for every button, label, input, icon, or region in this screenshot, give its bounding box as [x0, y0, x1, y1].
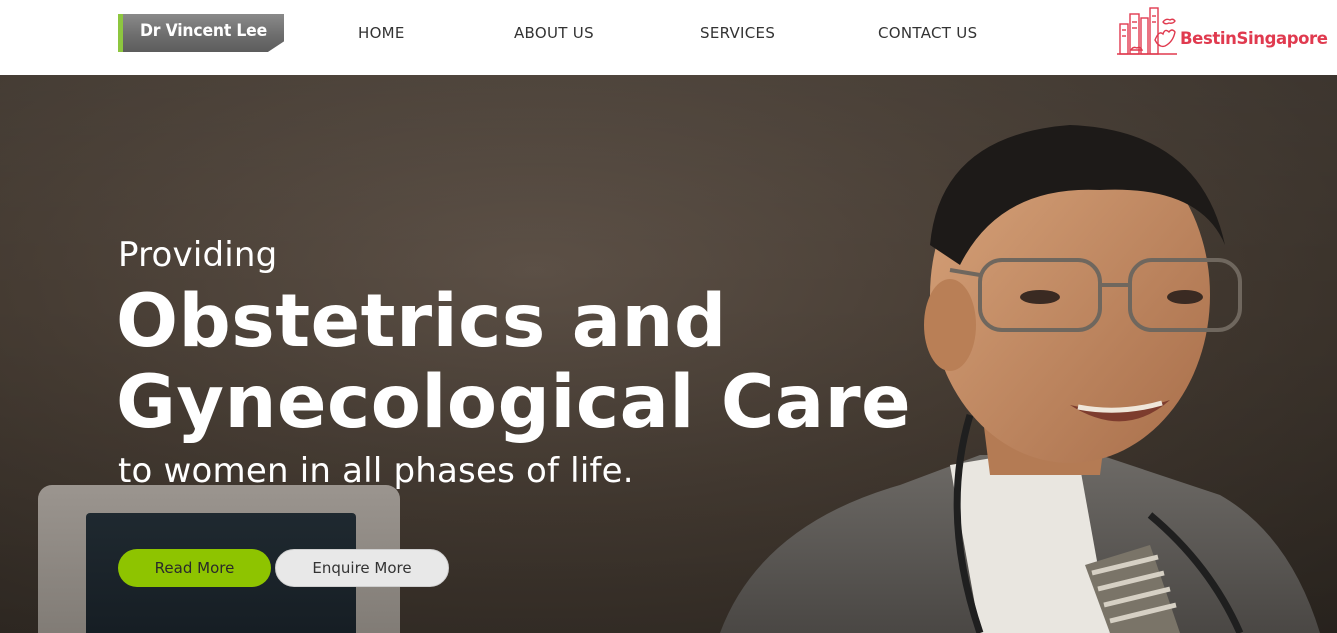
bestinsingapore-badge[interactable]: BestinSingapore: [1117, 6, 1335, 58]
hero-title: Obstetrics and Gynecological Care: [116, 281, 911, 443]
nav-about-us[interactable]: ABOUT US: [514, 24, 594, 42]
city-skyline-hand-icon: [1117, 7, 1177, 55]
site-logo[interactable]: Dr Vincent Lee: [118, 14, 284, 52]
nav-contact-us[interactable]: CONTACT US: [878, 24, 977, 42]
hero-pre-title: Providing: [118, 235, 278, 275]
hero-banner: Providing Obstetrics and Gynecological C…: [0, 75, 1337, 633]
enquire-more-button[interactable]: Enquire More: [275, 549, 449, 587]
hero-subtitle: to women in all phases of life.: [118, 451, 634, 491]
hero-title-line-2: Gynecological Care: [116, 360, 912, 445]
nav-services[interactable]: SERVICES: [700, 24, 775, 42]
hero-title-line-1: Obstetrics and: [116, 279, 727, 364]
site-header: Dr Vincent Lee HOME ABOUT US SERVICES CO…: [0, 0, 1337, 75]
read-more-button[interactable]: Read More: [118, 549, 271, 587]
logo-text: Dr Vincent Lee: [140, 21, 268, 41]
logo-accent-bar: [118, 14, 123, 52]
nav-home[interactable]: HOME: [358, 24, 405, 42]
bestinsingapore-text: BestinSingapore: [1180, 29, 1328, 48]
